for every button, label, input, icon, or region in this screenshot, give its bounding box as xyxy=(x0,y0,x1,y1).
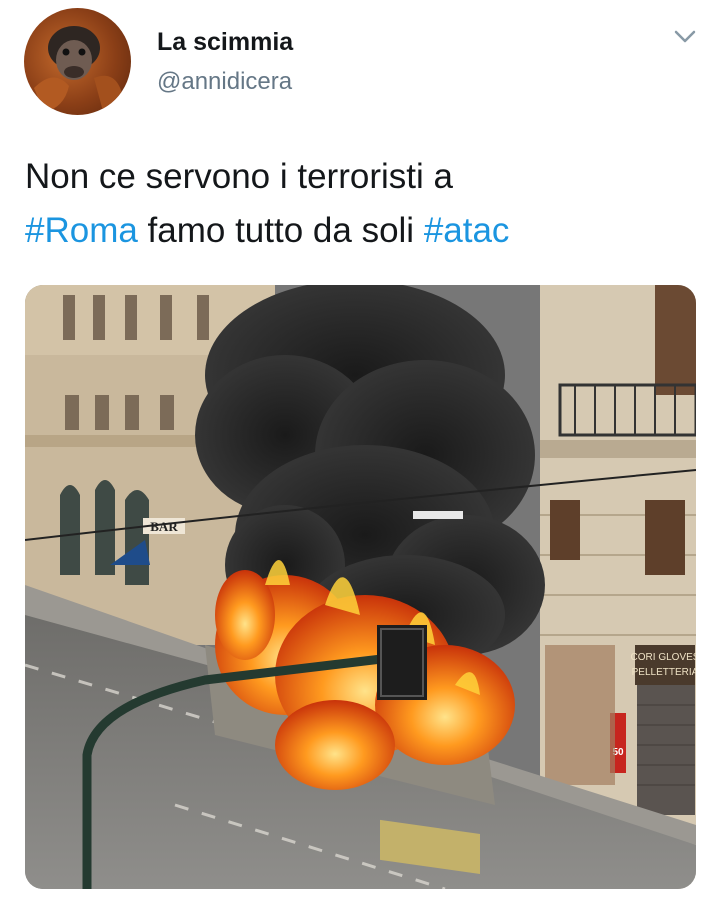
bar-sign: BAR xyxy=(150,519,178,534)
shop-sign-2: PELLETTERIA xyxy=(632,667,696,678)
chevron-down-icon[interactable] xyxy=(672,26,698,46)
tweet-text-line1: Non ce servono i terroristi a xyxy=(25,157,453,196)
tweet-media-photo[interactable]: BAR CORI GLOVES PELLETTERIA 50 xyxy=(25,285,696,889)
hashtag-atac[interactable]: #atac xyxy=(424,211,510,250)
tweet-text: Non ce servono i terroristi a #Roma famo… xyxy=(25,150,695,258)
burning-bus-photo: BAR CORI GLOVES PELLETTERIA 50 xyxy=(25,285,696,889)
avatar[interactable] xyxy=(24,8,131,115)
orangutan-icon xyxy=(34,26,124,115)
tweet-text-middle: famo tutto da soli xyxy=(137,211,424,250)
shop-sign: CORI GLOVES xyxy=(631,652,696,663)
hashtag-roma[interactable]: #Roma xyxy=(25,211,138,250)
user-handle[interactable]: @annidicera xyxy=(157,68,292,96)
display-name[interactable]: La scimmia xyxy=(157,28,293,57)
